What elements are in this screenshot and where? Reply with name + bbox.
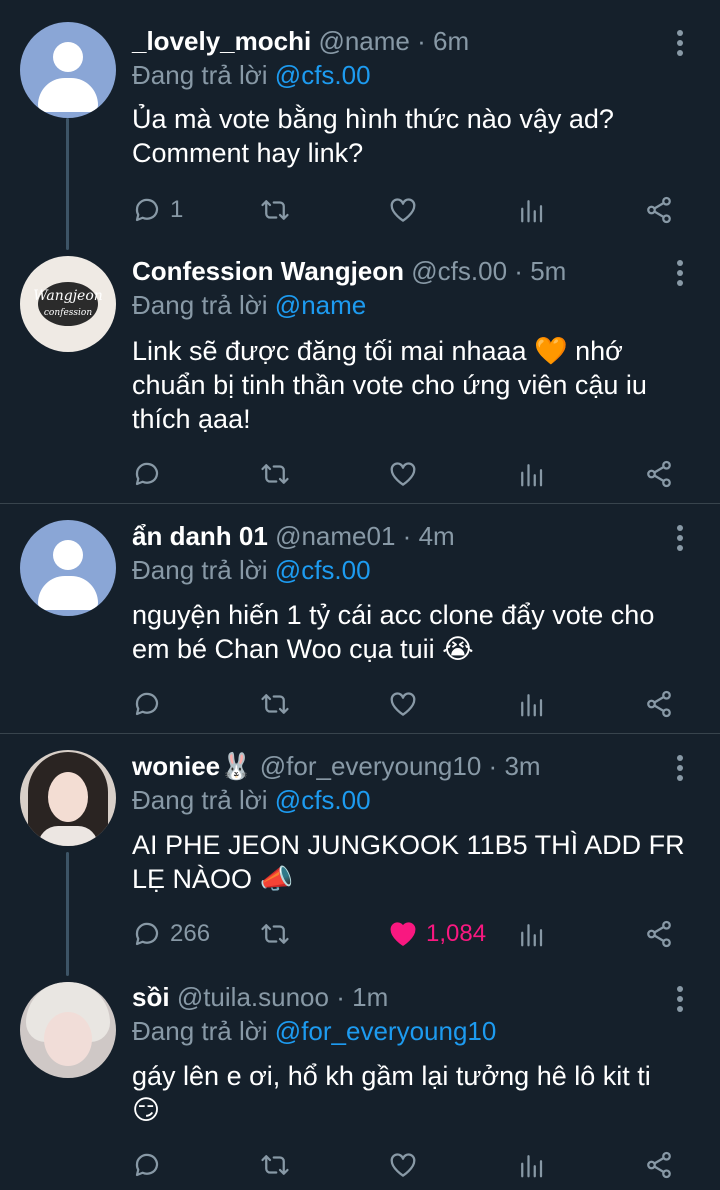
reply-button[interactable] — [132, 1145, 170, 1185]
share-button[interactable] — [644, 1145, 674, 1185]
action-bar — [0, 1145, 720, 1185]
analytics-button[interactable] — [516, 1145, 546, 1185]
replying-to: Đang trả lời @for_everyoung10 — [132, 1014, 496, 1048]
retweet-button[interactable] — [260, 1145, 290, 1185]
share-icon — [647, 1151, 671, 1179]
user-handle[interactable]: @tuila.sunoo — [177, 982, 329, 1012]
replying-label: Đang trả lời — [132, 1016, 268, 1046]
tweet-header: sồi @tuila.sunoo · 1m — [132, 980, 388, 1014]
display-name[interactable]: sồi — [132, 982, 170, 1012]
like-button[interactable] — [388, 1145, 426, 1185]
text-line: gáy lên e ơi, hổ kh gầm lại tưởng hê lô … — [132, 1061, 651, 1091]
text-line: 😏 — [132, 1095, 161, 1125]
tweet[interactable]: sồi @tuila.sunoo · 1m Đang trả lời @for_… — [0, 0, 720, 1190]
retweet-icon — [261, 1155, 289, 1175]
reply-icon — [135, 1153, 159, 1177]
heart-icon — [390, 1153, 416, 1177]
timestamp[interactable]: 1m — [352, 982, 388, 1012]
time-separator: · — [336, 982, 345, 1012]
tweet-text: gáy lên e ơi, hổ kh gầm lại tưởng hê lô … — [132, 1059, 702, 1127]
photo-face — [44, 1012, 92, 1066]
analytics-icon — [521, 1155, 543, 1178]
reply-mention[interactable]: @for_everyoung10 — [275, 1016, 497, 1046]
avatar[interactable] — [20, 982, 116, 1078]
more-options-icon[interactable] — [668, 984, 692, 1014]
